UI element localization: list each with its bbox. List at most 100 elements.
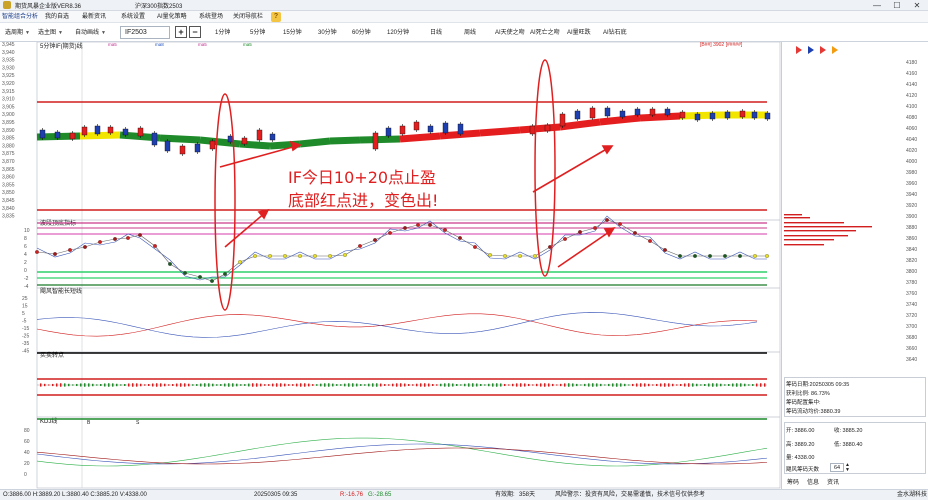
turning-point-bar	[456, 384, 458, 386]
wave-dot	[403, 226, 407, 230]
turning-point-bar	[416, 383, 418, 387]
turning-point-bar	[732, 383, 734, 387]
turning-point-bar	[436, 384, 438, 386]
candle-body	[739, 110, 746, 118]
top-right-info: [B##] 3902 [#####]	[700, 42, 743, 48]
menu-system-login[interactable]: 系统登场	[199, 11, 223, 23]
wave-dot	[488, 253, 492, 257]
stepper-down-icon[interactable]: ▼	[845, 467, 850, 473]
wave-dot	[358, 244, 362, 248]
ai-death-kiss[interactable]: AI死亡之吻	[530, 27, 560, 39]
panel2-tick-label: 8	[24, 236, 27, 242]
auto-draw-dropdown[interactable]: 自动画线 ▼	[75, 27, 106, 39]
turning-point-bar	[748, 384, 750, 386]
turning-point-bar	[296, 383, 298, 387]
wave-dot	[678, 254, 682, 258]
turning-point-bar	[552, 383, 554, 387]
status-datetime: 20250305 09:35	[254, 492, 298, 498]
zoom-out-button[interactable]: −	[189, 26, 201, 38]
annotation-text-line1: IF今日10+20点止盈	[288, 168, 437, 187]
panel2-tick-label: 4	[24, 252, 27, 258]
candle-body	[385, 127, 392, 137]
turning-point-bar	[236, 383, 238, 387]
status-bar: O:3886.00 H:3889.20 L:3880.40 C:3885.20 …	[0, 489, 928, 500]
help-icon[interactable]: ?	[271, 12, 281, 22]
price-tick-label: 3,840	[2, 206, 15, 212]
turning-point-bar	[388, 384, 390, 386]
turning-point-bar	[208, 383, 210, 387]
period-60min[interactable]: 60分钟	[352, 27, 371, 39]
chevron-down-icon: ▼	[58, 30, 63, 36]
main-chart-svg[interactable]: 3,945 3,940 3,9353,930 3,925 3,920 3,915 3,910…	[0, 42, 781, 489]
turning-point-bar	[320, 383, 322, 387]
turning-point-bar	[460, 384, 462, 386]
contract-code-input[interactable]: IF2503	[120, 26, 170, 39]
panel5-tick-label: 40	[24, 450, 30, 456]
panel2-tick-label: 6	[24, 244, 27, 250]
turning-point-bar	[644, 383, 646, 387]
turning-point-bar	[672, 383, 674, 387]
turning-point-bar	[212, 383, 214, 387]
candle-body	[544, 124, 551, 132]
candle-body	[634, 108, 641, 116]
turning-point-bar	[428, 383, 430, 387]
turning-point-bar	[684, 383, 686, 387]
period-daily[interactable]: 日线	[430, 27, 442, 39]
wave-dot	[198, 275, 202, 279]
turning-point-bar	[520, 383, 522, 387]
menu-ai-strategy[interactable]: AI量化策略	[157, 11, 187, 23]
tab-chips[interactable]: 筹码	[787, 477, 799, 486]
tab-info[interactable]: 信息	[807, 477, 819, 486]
period-5min[interactable]: 5分钟	[250, 27, 265, 39]
turning-point-bar	[360, 384, 362, 386]
chip-days-input[interactable]: 64	[830, 463, 844, 472]
low-price: 低: 3880.40	[834, 442, 863, 448]
turning-point-bar	[112, 383, 114, 387]
candle-body	[559, 113, 566, 127]
turning-point-bar	[648, 383, 650, 387]
turning-point-bar	[584, 383, 586, 387]
wave-dot	[238, 260, 242, 264]
ai-volume-drop[interactable]: AI量旺跌	[567, 27, 591, 39]
turning-point-bar	[84, 383, 86, 387]
ai-diamond-bottom[interactable]: AI钻石底	[603, 27, 627, 39]
menu-portfolio-analysis[interactable]: 智能组合分析	[2, 11, 38, 23]
chip-days-label: 飓风筹码天数	[786, 467, 820, 473]
candle-body	[94, 125, 101, 135]
turning-point-bar	[172, 384, 174, 386]
menu-news[interactable]: 最新资讯	[82, 11, 106, 23]
turning-point-bar	[308, 383, 310, 387]
right-price-tick: 4040	[906, 137, 917, 143]
period-15min[interactable]: 15分钟	[283, 27, 302, 39]
price-tick-label: 3,910	[2, 97, 15, 103]
close-button[interactable]: ✕	[910, 0, 924, 11]
zoom-in-button[interactable]: +	[175, 26, 187, 38]
status-valid-label: 有效期:	[495, 492, 515, 498]
volume: 量: 4338.00	[786, 455, 815, 461]
period-weekly[interactable]: 周线	[464, 27, 476, 39]
chart-area[interactable]: 3,945 3,940 3,935 3,930 3,925 3,920 3,915 3,910…	[0, 42, 781, 489]
panel2-axis-labels: 10 8 6 4 2 0 -2 -4	[24, 228, 30, 290]
right-price-axis: 4180 4160 4140 4120 4100 4080 4060 4040 4020 4000…	[906, 60, 917, 363]
panel3-lines	[36, 312, 758, 338]
panel5-tick-label: 0	[24, 472, 27, 478]
ai-angel-kiss[interactable]: AI天使之吻	[495, 27, 525, 39]
turning-point-bar	[588, 383, 590, 387]
menu-close-nav[interactable]: 关闭导航栏	[233, 11, 263, 23]
turning-point-bar	[404, 383, 406, 387]
candle-body	[724, 111, 731, 119]
period-30min[interactable]: 30分钟	[318, 27, 337, 39]
wave-dot	[138, 233, 142, 237]
turning-point-bar	[136, 383, 138, 387]
period-120min[interactable]: 120分钟	[387, 27, 409, 39]
main-chart-dropdown[interactable]: 选主图 ▼	[38, 27, 63, 39]
cycle-dropdown[interactable]: 选周期 ▼	[5, 27, 30, 39]
menu-settings[interactable]: 系统设置	[121, 11, 145, 23]
maximize-button[interactable]: ☐	[890, 0, 904, 11]
period-1min[interactable]: 1分钟	[215, 27, 230, 39]
candle-body	[54, 131, 61, 139]
tab-news[interactable]: 资讯	[827, 477, 839, 486]
turning-point-bar	[340, 384, 342, 386]
menu-watchlist[interactable]: 我的自选	[45, 11, 69, 23]
minimize-button[interactable]: —	[870, 0, 884, 11]
